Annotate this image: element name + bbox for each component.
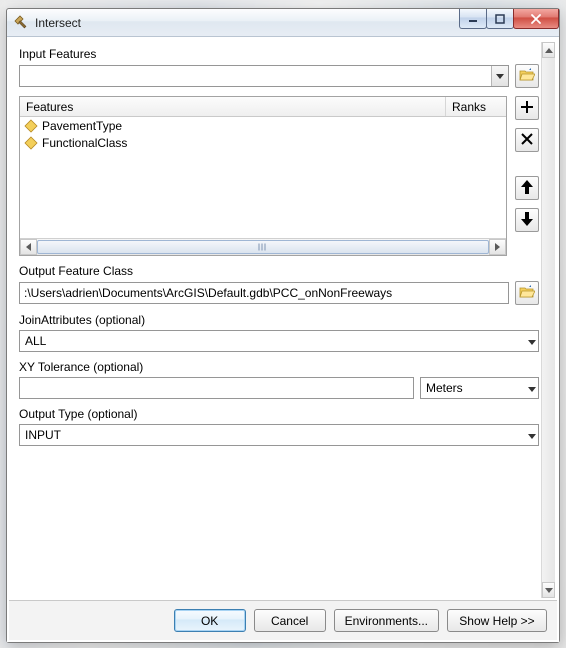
ok-button[interactable]: OK bbox=[174, 609, 246, 632]
features-table: Features Ranks PavementType FunctionalCla… bbox=[19, 96, 507, 256]
join-attrs-dropdown[interactable]: ALL bbox=[19, 330, 539, 352]
output-fc-input[interactable] bbox=[19, 282, 509, 304]
folder-open-icon bbox=[519, 285, 535, 302]
titlebar: Intersect bbox=[7, 9, 559, 37]
feature-name: PavementType bbox=[42, 119, 442, 133]
horizontal-scrollbar[interactable] bbox=[20, 238, 506, 255]
show-help-button[interactable]: Show Help >> bbox=[447, 609, 547, 632]
chevron-down-icon[interactable] bbox=[528, 381, 536, 395]
feature-class-icon bbox=[24, 119, 38, 133]
scroll-up-icon[interactable] bbox=[542, 42, 555, 58]
x-icon bbox=[520, 132, 534, 149]
chevron-down-icon[interactable] bbox=[491, 66, 508, 86]
table-row[interactable]: PavementType bbox=[20, 117, 506, 134]
window-title: Intersect bbox=[35, 16, 460, 30]
browse-output-button[interactable] bbox=[515, 281, 539, 305]
window-controls bbox=[460, 9, 559, 36]
footer: OK Cancel Environments... Show Help >> bbox=[9, 600, 557, 640]
hammer-icon bbox=[13, 15, 29, 31]
chevron-down-icon[interactable] bbox=[528, 428, 536, 442]
input-features-label: Input Features bbox=[19, 47, 539, 61]
plus-icon bbox=[520, 100, 534, 117]
minimize-button[interactable] bbox=[459, 9, 487, 29]
xy-tol-label: XY Tolerance (optional) bbox=[19, 360, 539, 374]
browse-input-button[interactable] bbox=[515, 64, 539, 88]
scroll-left-icon[interactable] bbox=[20, 239, 37, 255]
arrow-up-icon bbox=[521, 180, 533, 197]
folder-open-icon bbox=[519, 68, 535, 85]
output-type-dropdown[interactable]: INPUT bbox=[19, 424, 539, 446]
scroll-down-icon[interactable] bbox=[542, 582, 555, 598]
output-type-value: INPUT bbox=[25, 428, 61, 442]
chevron-down-icon[interactable] bbox=[528, 334, 536, 348]
move-up-button[interactable] bbox=[515, 176, 539, 200]
maximize-button[interactable] bbox=[486, 9, 514, 29]
cancel-button[interactable]: Cancel bbox=[254, 609, 326, 632]
output-type-label: Output Type (optional) bbox=[19, 407, 539, 421]
table-row[interactable]: FunctionalClass bbox=[20, 134, 506, 151]
feature-name: FunctionalClass bbox=[42, 136, 442, 150]
feature-class-icon bbox=[24, 136, 38, 150]
arrow-down-icon bbox=[521, 212, 533, 229]
col-features[interactable]: Features bbox=[20, 97, 446, 116]
join-attrs-value: ALL bbox=[25, 334, 46, 348]
environments-button[interactable]: Environments... bbox=[334, 609, 439, 632]
remove-feature-button[interactable] bbox=[515, 128, 539, 152]
scroll-right-icon[interactable] bbox=[489, 239, 506, 255]
add-feature-button[interactable] bbox=[515, 96, 539, 120]
client-area: Input Features bbox=[7, 37, 559, 642]
xy-tol-input[interactable] bbox=[19, 377, 414, 399]
output-fc-label: Output Feature Class bbox=[19, 264, 539, 278]
xy-tol-unit-dropdown[interactable]: Meters bbox=[420, 377, 539, 399]
close-button[interactable] bbox=[513, 9, 559, 29]
vertical-scrollbar[interactable] bbox=[541, 42, 555, 598]
join-attrs-label: JoinAttributes (optional) bbox=[19, 313, 539, 327]
dialog-window: Intersect bbox=[6, 8, 560, 643]
input-features-combo[interactable] bbox=[19, 65, 509, 87]
xy-tol-unit-value: Meters bbox=[426, 381, 463, 395]
col-ranks[interactable]: Ranks bbox=[446, 97, 506, 116]
move-down-button[interactable] bbox=[515, 208, 539, 232]
features-header: Features Ranks bbox=[20, 97, 506, 117]
